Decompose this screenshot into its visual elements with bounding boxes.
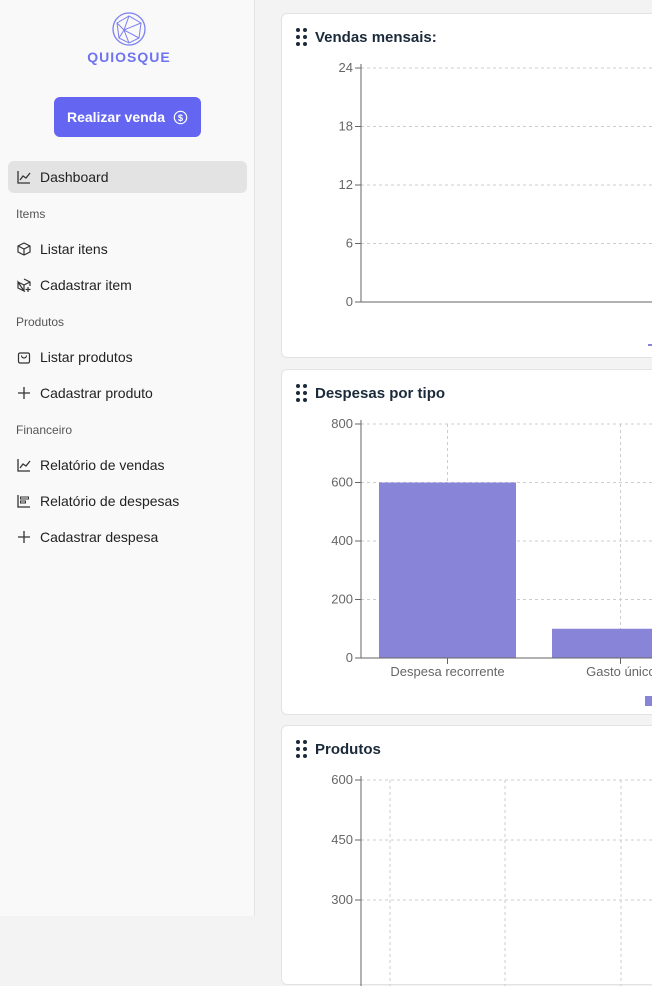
shopping-bag-icon bbox=[17, 350, 31, 364]
card-title: Despesas por tipo bbox=[296, 384, 445, 402]
plus-icon bbox=[17, 530, 31, 544]
dollar-circle-icon: $ bbox=[173, 110, 188, 124]
sidebar-item-relatorio-vendas[interactable]: Relatório de vendas bbox=[8, 449, 247, 481]
sidebar: QUIOSQUE Realizar venda $ Dashboard Item… bbox=[0, 0, 255, 916]
y-tick-label: 600 bbox=[331, 475, 353, 490]
drag-handle-icon[interactable] bbox=[296, 28, 307, 46]
y-tick-label: 600 bbox=[331, 772, 353, 787]
sidebar-item-relatorio-despesas[interactable]: Relatório de despesas bbox=[8, 485, 247, 517]
sidebar-item-cadastrar-item[interactable]: Cadastrar item bbox=[8, 269, 247, 301]
sidebar-item-dashboard[interactable]: Dashboard bbox=[8, 161, 247, 193]
package-icon bbox=[17, 242, 31, 256]
logo-text: QUIOSQUE bbox=[87, 49, 171, 65]
sidebar-item-label: Relatório de despesas bbox=[40, 493, 180, 509]
package-plus-icon bbox=[17, 278, 31, 292]
x-tick-label: Despesa recorrente bbox=[390, 664, 504, 679]
plus-icon bbox=[17, 386, 31, 400]
logo-icon bbox=[112, 12, 146, 46]
section-title-items: Items bbox=[16, 207, 46, 221]
realizar-venda-label: Realizar venda bbox=[66, 109, 166, 125]
bar bbox=[379, 482, 516, 658]
x-tick-label: Gasto únicc bbox=[586, 664, 652, 679]
y-tick-label: 400 bbox=[331, 533, 353, 548]
bar-chart-horizontal-icon bbox=[17, 494, 31, 508]
sidebar-item-label: Listar itens bbox=[40, 241, 108, 257]
section-title-produtos: Produtos bbox=[16, 315, 65, 329]
y-tick-label: 200 bbox=[331, 592, 353, 607]
sidebar-item-listar-produtos[interactable]: Listar produtos bbox=[8, 341, 247, 373]
sidebar-item-label: Cadastrar item bbox=[40, 277, 132, 293]
card-title: Produtos bbox=[296, 740, 381, 758]
despesas-por-tipo-chart: 0 200 400 600 800 Despesa recorrente Gasto úni… bbox=[331, 416, 652, 706]
chart-card-produtos: 600 450 300 Produtos bbox=[281, 725, 652, 986]
chart-card-vendas-mensais: 0 6 12 18 24 Vendas mensais: bbox=[281, 13, 652, 358]
sidebar-item-label: Relatório de vendas bbox=[40, 457, 165, 473]
bar bbox=[552, 628, 652, 658]
sidebar-item-cadastrar-despesa[interactable]: Cadastrar despesa bbox=[8, 521, 247, 553]
y-tick-label: 24 bbox=[339, 60, 353, 75]
legend-swatch bbox=[645, 696, 652, 706]
card-title-text: Produtos bbox=[315, 740, 381, 758]
sidebar-item-label: Dashboard bbox=[40, 169, 109, 185]
card-title: Vendas mensais: bbox=[296, 28, 437, 46]
chart-card-despesas-por-tipo: 0 200 400 600 800 Despesa recorrente Gasto úni… bbox=[281, 369, 652, 715]
sidebar-item-cadastrar-produto[interactable]: Cadastrar produto bbox=[8, 377, 247, 409]
drag-handle-icon[interactable] bbox=[296, 740, 307, 758]
y-tick-label: 18 bbox=[339, 119, 353, 134]
realizar-venda-button[interactable]: Realizar venda $ bbox=[54, 97, 201, 137]
produtos-chart: 600 450 300 bbox=[331, 772, 652, 986]
y-tick-label: 450 bbox=[331, 832, 353, 847]
y-tick-label: 0 bbox=[346, 650, 353, 665]
sidebar-item-listar-itens[interactable]: Listar itens bbox=[8, 233, 247, 265]
sidebar-item-label: Cadastrar despesa bbox=[40, 529, 159, 545]
card-title-text: Despesas por tipo bbox=[315, 384, 446, 402]
y-tick-label: 12 bbox=[339, 177, 353, 192]
y-tick-label: 6 bbox=[346, 236, 353, 251]
sidebar-item-label: Cadastrar produto bbox=[40, 385, 153, 401]
card-title-text: Vendas mensais: bbox=[315, 28, 437, 46]
line-chart-icon bbox=[17, 170, 31, 184]
line-chart-icon bbox=[17, 458, 31, 472]
logo: QUIOSQUE bbox=[84, 12, 174, 65]
sidebar-item-label: Listar produtos bbox=[40, 349, 133, 365]
y-tick-label: 800 bbox=[331, 416, 353, 431]
svg-text:$: $ bbox=[178, 112, 184, 122]
y-tick-label: 0 bbox=[346, 294, 353, 309]
section-title-financeiro: Financeiro bbox=[16, 423, 73, 437]
vendas-mensais-chart: 0 6 12 18 24 bbox=[339, 60, 652, 346]
y-tick-label: 300 bbox=[331, 892, 353, 907]
drag-handle-icon[interactable] bbox=[296, 384, 307, 402]
